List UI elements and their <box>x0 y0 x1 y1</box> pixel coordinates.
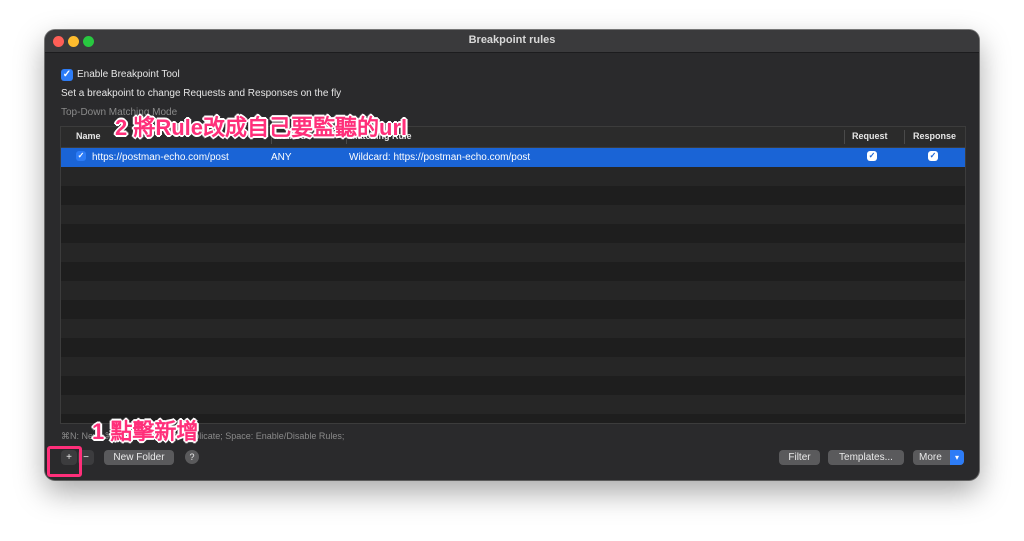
empty-row <box>61 167 965 186</box>
add-button-highlight <box>47 446 82 477</box>
enable-breakpoint-checkbox[interactable]: ✓ <box>61 69 73 81</box>
column-header-response[interactable]: Response <box>913 131 956 141</box>
request-checkbox[interactable]: ✓ <box>867 151 877 161</box>
column-divider <box>844 130 845 144</box>
empty-row <box>61 186 965 205</box>
rule-name: https://postman-echo.com/post <box>92 152 229 163</box>
empty-row <box>61 300 965 319</box>
empty-row <box>61 376 965 395</box>
description-text: Set a breakpoint to change Requests and … <box>61 88 342 99</box>
empty-row <box>61 281 965 300</box>
empty-row <box>61 319 965 338</box>
more-label: More <box>919 452 942 463</box>
column-header-request[interactable]: Request <box>852 131 888 141</box>
empty-row <box>61 224 965 243</box>
help-button[interactable]: ? <box>185 450 199 464</box>
empty-row <box>61 262 965 281</box>
rule-enabled-checkbox[interactable]: ✓ <box>76 151 86 161</box>
empty-row <box>61 205 965 224</box>
column-divider <box>904 130 905 144</box>
more-button[interactable]: More ▾ <box>913 450 964 465</box>
empty-row <box>61 338 965 357</box>
empty-row <box>61 395 965 414</box>
table-row[interactable]: ✓ https://postman-echo.com/post ANY Wild… <box>61 148 965 167</box>
empty-row <box>61 357 965 376</box>
chevron-down-icon: ▾ <box>950 450 964 465</box>
rules-table: Name Method Matching Rule Request Respon… <box>60 126 966 424</box>
rule-matching-rule: Wildcard: https://postman-echo.com/post <box>349 152 531 163</box>
empty-row <box>61 243 965 262</box>
filter-button[interactable]: Filter <box>779 450 820 465</box>
window-title: Breakpoint rules <box>468 34 556 46</box>
annotation-step1: 1 點擊新增 <box>92 419 199 444</box>
title-bar: Breakpoint rules <box>45 30 979 53</box>
column-header-name[interactable]: Name <box>76 131 101 141</box>
new-folder-button[interactable]: New Folder <box>104 450 174 465</box>
breakpoint-rules-window: Breakpoint rules ✓ Enable Breakpoint Too… <box>45 30 979 480</box>
annotation-step2: 2 將Rule改成自己要監聽的url <box>115 115 408 140</box>
templates-button[interactable]: Templates... <box>828 450 904 465</box>
response-checkbox[interactable]: ✓ <box>928 151 938 161</box>
table-body <box>61 148 965 423</box>
rule-method: ANY <box>271 152 292 163</box>
enable-breakpoint-label: Enable Breakpoint Tool <box>77 69 180 80</box>
